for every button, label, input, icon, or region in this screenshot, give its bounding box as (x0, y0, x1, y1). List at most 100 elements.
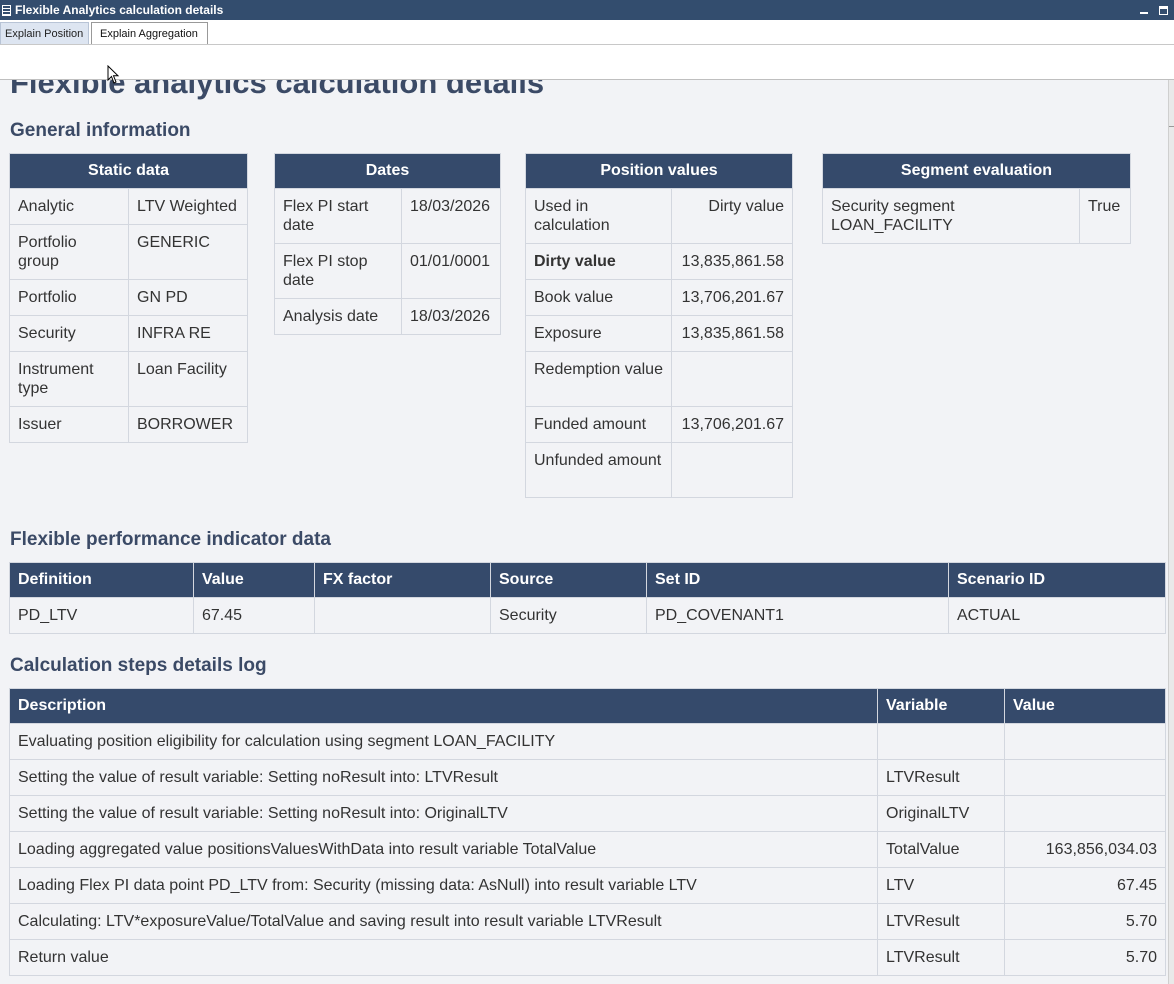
table-row: Return value LTVResult 5.70 (9, 939, 1166, 976)
tab-explain-position[interactable]: Explain Position (0, 22, 89, 44)
log-description: Loading aggregated value positionsValues… (9, 831, 878, 868)
row-value: Dirty value (671, 188, 793, 244)
log-variable: OriginalLTV (877, 795, 1005, 832)
mouse-cursor-icon (107, 65, 120, 84)
vertical-scrollbar[interactable] (1168, 80, 1174, 984)
column-header: Value (1004, 688, 1166, 724)
report-content: Flexible analytics calculation details G… (0, 80, 1168, 984)
table-row: Redemption value (525, 351, 793, 407)
row-value: Loan Facility (127, 351, 249, 407)
row-value: 13,706,201.67 (671, 279, 793, 316)
log-variable: LTVResult (877, 939, 1005, 976)
row-value: True (1079, 188, 1131, 244)
static-data-table: Static data Analytic LTV Weighted Portfol… (8, 153, 249, 443)
table-row: Portfolio group GENERIC (9, 224, 249, 280)
column-header: Source (490, 562, 647, 598)
row-label: Security (9, 315, 129, 352)
column-header: Variable (877, 688, 1005, 724)
row-value (671, 351, 793, 407)
row-label: Dirty value (525, 243, 672, 280)
log-description: Return value (9, 939, 878, 976)
scrollbar-thumb[interactable] (1169, 126, 1174, 127)
maximize-icon[interactable] (1159, 5, 1168, 15)
position-values-header: Position values (525, 153, 793, 189)
minimize-icon[interactable] (1139, 5, 1149, 15)
log-variable: LTV (877, 867, 1005, 904)
row-label: Portfolio group (9, 224, 129, 280)
dates-header: Dates (273, 153, 502, 189)
window-title: Flexible Analytics calculation details (15, 3, 224, 17)
flex-pi-title: Flexible performance indicator data (10, 529, 331, 550)
table-row: Issuer BORROWER (9, 406, 249, 443)
row-label: Instrument type (9, 351, 129, 407)
page-title: Flexible analytics calculation details (10, 80, 545, 100)
table-row: Security segment LOAN_FACILITY True (822, 188, 1131, 244)
table-row: Calculating: LTV*exposureValue/TotalValu… (9, 903, 1166, 940)
column-header: Definition (9, 562, 194, 598)
table-row: Portfolio GN PD (9, 279, 249, 316)
table-row: Exposure 13,835,861.58 (525, 315, 793, 352)
log-value (1004, 723, 1166, 760)
row-label: Flex PI stop date (274, 243, 402, 299)
row-label: Exposure (525, 315, 672, 352)
table-row: Evaluating position eligibility for calc… (9, 723, 1166, 760)
table-row: Unfunded amount (525, 442, 793, 498)
flex-pi-table: Definition Value FX factor Source Set ID… (9, 562, 1166, 634)
row-value: 13,706,201.67 (671, 406, 793, 443)
dates-table: Dates Flex PI start date 18/03/2026 Flex … (273, 153, 502, 335)
table-row: Setting the value of result variable: Se… (9, 795, 1166, 832)
table-row: PD_LTV 67.45 Security PD_COVENANT1 ACTUA… (9, 597, 1166, 634)
log-description: Setting the value of result variable: Se… (9, 795, 878, 832)
table-row: Dirty value 13,835,861.58 (525, 243, 793, 280)
log-value (1004, 759, 1166, 796)
row-label: Book value (525, 279, 672, 316)
table-row: Analysis date 18/03/2026 (274, 298, 502, 335)
table-cell: PD_LTV (9, 597, 194, 634)
table-row: Book value 13,706,201.67 (525, 279, 793, 316)
table-row: Used in calculation Dirty value (525, 188, 793, 244)
segment-evaluation-header: Segment evaluation (822, 153, 1131, 189)
calc-log-title: Calculation steps details log (10, 655, 267, 676)
position-values-table: Position values Used in calculation Dirty… (525, 153, 793, 498)
column-header: Set ID (646, 562, 949, 598)
row-value: GN PD (127, 279, 249, 316)
table-row: Analytic LTV Weighted (9, 188, 249, 225)
row-value (671, 442, 793, 498)
row-value: BORROWER (127, 406, 249, 443)
table-cell: PD_COVENANT1 (646, 597, 949, 634)
table-row: Loading Flex PI data point PD_LTV from: … (9, 867, 1166, 904)
column-header: Value (193, 562, 315, 598)
general-information-title: General information (10, 120, 191, 141)
tab-explain-aggregation[interactable]: Explain Aggregation (91, 22, 208, 44)
row-label: Unfunded amount (525, 442, 672, 498)
log-variable: LTVResult (877, 903, 1005, 940)
row-label: Analysis date (274, 298, 402, 335)
segment-evaluation-table: Segment evaluation Security segment LOAN… (822, 153, 1131, 244)
column-header: Scenario ID (948, 562, 1166, 598)
table-row: Funded amount 13,706,201.67 (525, 406, 793, 443)
calc-log-table: Description Variable Value Evaluating po… (9, 688, 1166, 976)
row-value: 13,835,861.58 (671, 243, 793, 280)
row-value: 18/03/2026 (400, 188, 502, 244)
row-label: Flex PI start date (274, 188, 402, 244)
table-row: Security INFRA RE (9, 315, 249, 352)
row-label: Analytic (9, 188, 129, 225)
table-row: Setting the value of result variable: Se… (9, 759, 1166, 796)
table-cell: ACTUAL (948, 597, 1166, 634)
row-label: Portfolio (9, 279, 129, 316)
row-label: Issuer (9, 406, 129, 443)
window-icon (2, 4, 11, 16)
table-row: Loading aggregated value positionsValues… (9, 831, 1166, 868)
table-cell (314, 597, 491, 634)
row-value: 18/03/2026 (400, 298, 502, 335)
log-value: 5.70 (1004, 903, 1166, 940)
toolbar-area (0, 45, 1174, 80)
log-value: 5.70 (1004, 939, 1166, 976)
log-description: Loading Flex PI data point PD_LTV from: … (9, 867, 878, 904)
window-title-bar: Flexible Analytics calculation details (0, 0, 1174, 20)
table-cell: 67.45 (193, 597, 315, 634)
table-row: Instrument type Loan Facility (9, 351, 249, 407)
row-label: Redemption value (525, 351, 672, 407)
table-row: Flex PI stop date 01/01/0001 (274, 243, 502, 299)
row-value: LTV Weighted (127, 188, 249, 225)
